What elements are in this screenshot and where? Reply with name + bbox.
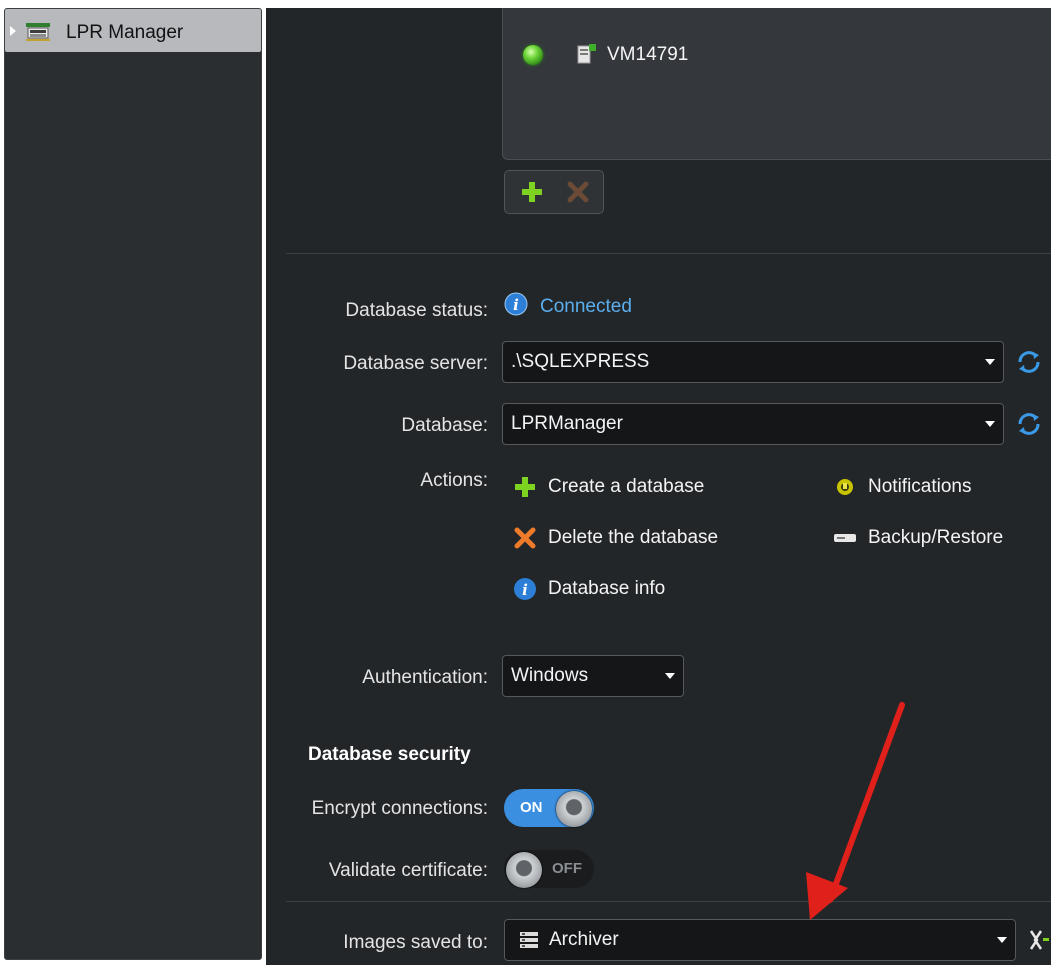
database-server-dropdown[interactable]: .\SQLEXPRESS — [502, 341, 1004, 383]
info-icon: i — [504, 292, 528, 316]
authentication-label: Authentication: — [362, 667, 488, 688]
database-value: LPRManager — [511, 413, 623, 434]
notifications-label: Notifications — [868, 476, 972, 497]
remove-server-button[interactable] — [559, 175, 597, 209]
chevron-down-icon — [997, 937, 1007, 943]
database-server-value: .\SQLEXPRESS — [511, 351, 650, 372]
svg-text:i: i — [513, 296, 519, 314]
chevron-down-icon — [665, 673, 675, 679]
toggle-knob — [506, 852, 542, 888]
add-server-button[interactable] — [513, 175, 551, 209]
create-database-label: Create a database — [548, 476, 705, 497]
backup-restore-action[interactable]: Backup/Restore — [832, 525, 1003, 551]
delete-database-label: Delete the database — [548, 527, 719, 548]
config-panel: VM14791 Database status: i Connected Dat… — [266, 8, 1051, 965]
tree-item-label: LPR Manager — [66, 22, 184, 43]
toggle-state-text: OFF — [552, 860, 582, 877]
backup-drive-icon — [832, 525, 858, 551]
database-status-label: Database status: — [345, 300, 488, 321]
encrypt-connections-label: Encrypt connections: — [311, 798, 488, 819]
create-database-action[interactable]: Create a database — [512, 474, 704, 500]
svg-text:i: i — [522, 581, 528, 599]
validate-certificate-label: Validate certificate: — [328, 860, 488, 881]
notification-bell-icon — [832, 474, 858, 500]
chevron-down-icon — [985, 359, 995, 365]
database-server-label: Database server: — [343, 353, 488, 374]
server-toolbar — [504, 170, 604, 214]
validate-certificate-toggle[interactable]: OFF — [504, 850, 594, 888]
filter-config-icon[interactable] — [1028, 928, 1050, 952]
notifications-action[interactable]: Notifications — [832, 474, 972, 500]
server-icon — [577, 44, 596, 64]
images-saved-to-dropdown[interactable]: Archiver — [504, 919, 1016, 961]
encrypt-connections-toggle[interactable]: ON — [504, 789, 594, 827]
authentication-value: Windows — [511, 665, 589, 686]
entity-tree-panel: LPR Manager — [4, 8, 262, 960]
server-list[interactable]: VM14791 — [502, 8, 1051, 160]
app-window: LPR Manager VM14791 Database status: i C… — [0, 0, 1051, 965]
database-info-action[interactable]: i Database info — [512, 576, 665, 602]
server-name: VM14791 — [607, 44, 689, 65]
database-status-value[interactable]: Connected — [540, 296, 632, 318]
lpr-manager-icon — [26, 23, 50, 41]
chevron-down-icon — [985, 421, 995, 427]
plus-icon — [512, 474, 538, 500]
delete-x-icon — [567, 181, 589, 203]
database-label: Database: — [401, 415, 488, 436]
section-divider — [286, 901, 1051, 902]
plus-icon — [522, 182, 542, 202]
images-saved-to-value: Archiver — [549, 929, 619, 950]
refresh-icon[interactable] — [1014, 347, 1044, 377]
server-online-status-icon — [523, 45, 543, 65]
archiver-icon — [520, 932, 538, 948]
toggle-state-text: ON — [520, 799, 543, 816]
info-icon: i — [512, 576, 538, 602]
refresh-icon[interactable] — [1014, 409, 1044, 439]
delete-x-icon — [512, 525, 538, 551]
database-security-heading: Database security — [308, 744, 471, 765]
backup-restore-label: Backup/Restore — [868, 527, 1004, 548]
toggle-knob — [556, 791, 592, 827]
section-divider — [286, 253, 1051, 254]
delete-database-action[interactable]: Delete the database — [512, 525, 718, 551]
authentication-dropdown[interactable]: Windows — [502, 655, 684, 697]
expand-arrow-icon[interactable] — [10, 26, 16, 36]
tree-item-lpr-manager[interactable]: LPR Manager — [5, 9, 261, 52]
database-dropdown[interactable]: LPRManager — [502, 403, 1004, 445]
images-saved-to-label: Images saved to: — [343, 932, 488, 953]
database-info-label: Database info — [548, 578, 666, 599]
actions-label: Actions: — [420, 470, 488, 491]
